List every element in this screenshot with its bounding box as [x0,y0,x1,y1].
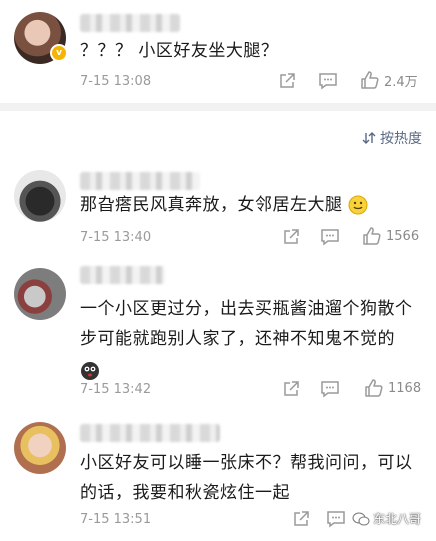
comment-text-body: 那旮瘩民风真奔放，女邻居左大腿 [80,195,343,215]
verified-badge: v [50,44,68,62]
smile-emoji-icon [348,195,368,215]
reply-button[interactable] [326,510,346,528]
comment-text-line: 步可能就跑别人家了，还神不知鬼不觉的 [80,329,395,349]
avatar[interactable] [14,422,66,474]
comment-text-line: 一个小区更过分，出去买瓶酱油遛个狗散个 [80,299,413,319]
sort-toggle[interactable]: 按热度 [362,128,422,148]
username-blurred[interactable] [80,266,165,284]
avatar[interactable] [14,170,66,222]
like-button[interactable]: 1168 [364,378,421,398]
timestamp: 7-15 13:42 [80,382,152,397]
share-icon [294,511,309,526]
comment-text: 那旮瘩民风真奔放，女邻居左大腿 [80,190,425,220]
thumbs-up-icon [365,379,383,397]
comment-icon [321,229,339,246]
share-button[interactable] [278,72,296,90]
share-icon [284,381,299,396]
sort-label: 按热度 [380,131,422,147]
reply-button[interactable] [318,72,338,90]
username-blurred[interactable] [80,424,220,442]
timestamp: 7-15 13:51 [80,512,152,527]
reply-button[interactable] [320,380,340,398]
username-blurred[interactable] [80,172,200,190]
share-button[interactable] [282,380,300,398]
timestamp: 7-15 13:40 [80,230,152,245]
sort-icon [362,132,376,144]
shocked-emoji-icon [81,362,99,380]
like-count: 2.4万 [384,74,418,90]
share-button[interactable] [282,228,300,246]
watermark: 东北八哥 [352,510,421,527]
like-button[interactable]: 1566 [362,226,419,246]
thumbs-up-icon [361,71,379,89]
comment-icon [327,511,345,528]
timestamp: 7-15 13:08 [80,74,152,89]
like-button[interactable]: 2.4万 [360,70,418,90]
comment-text: 一个小区更过分，出去买瓶酱油遛个狗散个 步可能就跑别人家了，还神不知鬼不觉的 [80,294,425,384]
username-blurred[interactable] [80,14,180,32]
reply-button[interactable] [320,228,340,246]
share-icon [280,73,295,88]
like-count: 1566 [386,228,420,244]
share-button[interactable] [292,510,310,528]
comment-text: ？？？ 小区好友坐大腿？ [80,41,279,61]
wechat-icon [352,512,370,525]
section-separator [0,103,436,111]
comment-icon [319,73,337,90]
comment-text: 小区好友可以睡一张床不？帮我问问，可以 的话，我要和秋瓷炫住一起 [80,448,425,508]
avatar[interactable] [14,268,66,320]
comment-text-line: 小区好友可以睡一张床不？帮我问问，可以 [80,453,413,473]
comment-text-line: 的话，我要和秋瓷炫住一起 [80,483,290,503]
like-count: 1168 [388,380,422,396]
thumbs-up-icon [363,227,381,245]
watermark-text: 东北八哥 [373,512,422,526]
share-icon [284,229,299,244]
comment-icon [321,381,339,398]
